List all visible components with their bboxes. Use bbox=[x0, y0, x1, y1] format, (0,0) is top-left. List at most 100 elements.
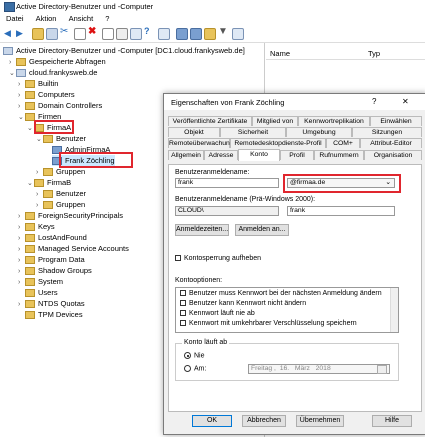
folder-icon[interactable] bbox=[32, 28, 44, 40]
checkbox[interactable] bbox=[180, 290, 186, 297]
tab-remote-control[interactable]: Remoteüberwachung bbox=[168, 138, 234, 148]
checkbox[interactable] bbox=[180, 320, 186, 327]
cancel-button[interactable]: Abbrechen bbox=[242, 415, 286, 427]
dialog-close-button[interactable]: ✕ bbox=[402, 97, 409, 106]
delete-icon[interactable]: ✖ bbox=[88, 26, 98, 37]
add-to-group-icon[interactable] bbox=[232, 28, 244, 40]
tab-account[interactable]: Konto bbox=[238, 149, 280, 161]
folder-icon bbox=[25, 267, 35, 276]
view-icon[interactable] bbox=[158, 28, 170, 40]
tree-item-keys[interactable]: › Keys bbox=[18, 221, 55, 232]
unlock-account-row[interactable]: Kontosperrung aufheben bbox=[175, 255, 261, 262]
collapse-icon[interactable]: ⌄ bbox=[27, 178, 34, 189]
console-tree-icon[interactable] bbox=[46, 28, 58, 40]
new-user-icon[interactable] bbox=[176, 28, 188, 40]
folder-icon bbox=[25, 80, 35, 89]
menu-aktion[interactable]: Aktion bbox=[36, 14, 57, 23]
tree-item-gruppen-a[interactable]: › Gruppen bbox=[36, 166, 85, 177]
tree-item-shadow-groups[interactable]: › Shadow Groups bbox=[18, 265, 92, 276]
menu-datei[interactable]: Datei bbox=[6, 14, 24, 23]
calendar-icon bbox=[377, 365, 387, 374]
pre2000-username-input[interactable]: frank bbox=[287, 206, 395, 216]
tree-item-tpm-devices[interactable]: TPM Devices bbox=[18, 309, 83, 320]
logon-hours-button[interactable]: Anmeldezeiten... bbox=[175, 224, 229, 236]
forward-arrow-icon[interactable]: ▶ bbox=[16, 28, 26, 38]
tree-item-gruppen-b[interactable]: › Gruppen bbox=[36, 199, 85, 210]
help-icon[interactable]: ? bbox=[144, 26, 154, 36]
tab-attribute-editor[interactable]: Attribut-Editor bbox=[360, 138, 422, 148]
tab-object[interactable]: Objekt bbox=[168, 127, 220, 137]
column-header-type[interactable]: Typ bbox=[368, 49, 380, 58]
new-ou-icon[interactable] bbox=[204, 28, 216, 40]
logon-to-button[interactable]: Anmelden an... bbox=[235, 224, 289, 236]
tree-item-computers[interactable]: › Computers bbox=[18, 89, 75, 100]
tab-dial-in[interactable]: Einwählen bbox=[370, 116, 422, 126]
ok-button[interactable]: OK bbox=[192, 415, 232, 427]
expiry-date-picker[interactable]: Freitag , 16. März 2018 bbox=[248, 364, 390, 374]
tree-item-ntds-quotas[interactable]: › NTDS Quotas bbox=[18, 298, 85, 309]
refresh-icon[interactable] bbox=[116, 28, 128, 40]
collapse-icon[interactable]: ⌄ bbox=[27, 123, 34, 134]
expires-on-option[interactable]: Am: bbox=[184, 365, 206, 372]
tree-item-users[interactable]: Users bbox=[18, 287, 58, 298]
new-group-icon[interactable] bbox=[190, 28, 202, 40]
tree-item-domain-controllers[interactable]: › Domain Controllers bbox=[18, 100, 102, 111]
tab-com-plus[interactable]: COM+ bbox=[326, 138, 360, 148]
collapse-icon[interactable]: ⌄ bbox=[36, 134, 43, 145]
dialog-help-button[interactable]: ? bbox=[372, 97, 376, 106]
apply-button[interactable]: Übernehmen bbox=[296, 415, 344, 427]
upn-input[interactable]: frank bbox=[175, 178, 279, 188]
tab-member-of[interactable]: Mitglied von bbox=[252, 116, 298, 126]
collapse-icon[interactable]: ⌄ bbox=[9, 68, 16, 79]
tree-item-program-data[interactable]: › Program Data bbox=[18, 254, 85, 265]
export-list-icon[interactable] bbox=[130, 28, 142, 40]
tree-item-saved-queries[interactable]: › Gespeicherte Abfragen bbox=[9, 56, 106, 67]
tree-item-builtin[interactable]: › Builtin bbox=[18, 78, 58, 89]
filter-icon[interactable]: ▼ bbox=[218, 26, 228, 37]
column-header-name[interactable]: Name bbox=[270, 49, 290, 58]
radio-never[interactable] bbox=[184, 352, 191, 359]
tab-password-replication[interactable]: Kennwortreplikation bbox=[298, 116, 370, 126]
tree-item-msa[interactable]: › Managed Service Accounts bbox=[18, 243, 129, 254]
expires-never-option[interactable]: Nie bbox=[184, 352, 205, 359]
menu-ansicht[interactable]: Ansicht bbox=[69, 14, 94, 23]
ad-users-app-icon bbox=[4, 2, 15, 12]
tree-item-fsp[interactable]: › ForeignSecurityPrincipals bbox=[18, 210, 123, 221]
tree-root[interactable]: Active Directory-Benutzer und -Computer … bbox=[3, 45, 245, 56]
option-cannot-change-pw[interactable]: Benutzer kann Kennwort nicht ändern bbox=[180, 300, 306, 307]
checkbox[interactable] bbox=[180, 310, 186, 317]
tree-item-system[interactable]: › System bbox=[18, 276, 63, 287]
tab-sessions[interactable]: Sitzungen bbox=[352, 127, 422, 137]
tab-environment[interactable]: Umgebung bbox=[286, 127, 352, 137]
tree-item-benutzer-a[interactable]: ⌄ Benutzer bbox=[36, 133, 86, 144]
checkbox[interactable] bbox=[180, 300, 186, 307]
tab-security[interactable]: Sicherheit bbox=[220, 127, 286, 137]
menu-help[interactable]: ? bbox=[105, 14, 109, 23]
cut-icon[interactable]: ✂ bbox=[60, 26, 70, 37]
radio-end-of[interactable] bbox=[184, 365, 191, 372]
tab-general[interactable]: Allgemein bbox=[168, 150, 204, 160]
tree-item-firmaB[interactable]: ⌄ FirmaB bbox=[27, 177, 71, 188]
folder-icon bbox=[25, 300, 35, 309]
tab-organization[interactable]: Organisation bbox=[364, 150, 422, 160]
back-arrow-icon[interactable]: ◀ bbox=[4, 28, 14, 38]
properties-icon[interactable] bbox=[102, 28, 114, 40]
tab-profile[interactable]: Profil bbox=[280, 150, 314, 160]
tab-address[interactable]: Adresse bbox=[204, 150, 238, 160]
tab-published-certificates[interactable]: Veröffentlichte Zertifikate bbox=[168, 116, 252, 126]
option-pw-never-expires[interactable]: Kennwort läuft nie ab bbox=[180, 310, 255, 317]
option-reversible-encryption[interactable]: Kennwort mit umkehrbarer Verschlüsselung… bbox=[180, 320, 357, 327]
tab-rds-profile[interactable]: Remotedesktopdienste-Profil bbox=[230, 138, 326, 148]
collapse-icon[interactable]: ⌄ bbox=[18, 112, 25, 123]
unlock-account-checkbox[interactable] bbox=[175, 255, 181, 262]
tree-item-domain[interactable]: ⌄ cloud.frankysweb.de bbox=[9, 67, 97, 78]
properties-dialog: Eigenschaften von Frank Zöchling ? ✕ Ver… bbox=[163, 93, 425, 435]
tab-telephones[interactable]: Rufnummern bbox=[314, 150, 364, 160]
copy-icon[interactable] bbox=[74, 28, 86, 40]
tab-row-2: Objekt Sicherheit Umgebung Sitzungen bbox=[168, 127, 422, 137]
options-scrollbar[interactable] bbox=[390, 288, 398, 332]
tree-item-benutzer-b[interactable]: › Benutzer bbox=[36, 188, 86, 199]
tree-item-lostandfound[interactable]: › LostAndFound bbox=[18, 232, 87, 243]
help-button[interactable]: Hilfe bbox=[372, 415, 412, 427]
option-must-change-pw[interactable]: Benutzer muss Kennwort bei der nächsten … bbox=[180, 290, 382, 297]
